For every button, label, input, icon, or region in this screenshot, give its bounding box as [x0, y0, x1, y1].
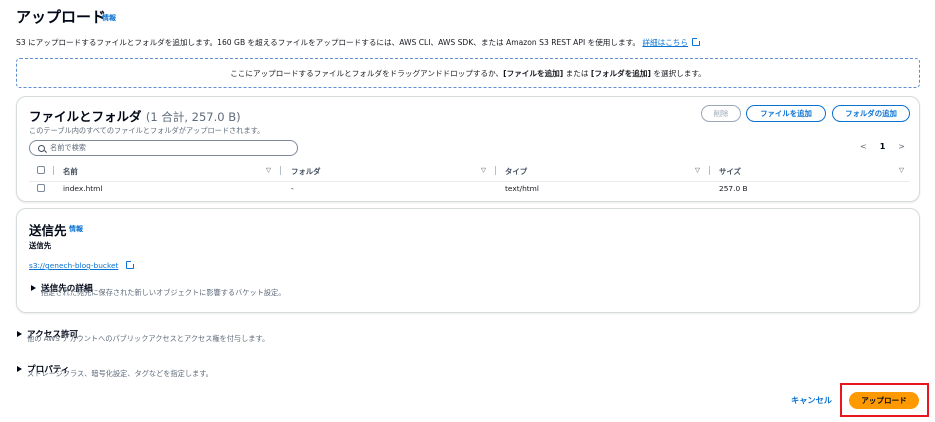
add-folder-button[interactable]: フォルダの追加	[832, 105, 910, 122]
learn-more-link[interactable]: 詳細はこちら	[642, 38, 688, 47]
caret-right-icon	[17, 366, 22, 372]
cancel-button[interactable]: キャンセル	[791, 394, 832, 406]
table-row[interactable]: index.html - text/html 257.0 B	[29, 181, 909, 195]
caret-right-icon	[17, 331, 22, 337]
search-icon	[38, 144, 45, 152]
column-separator	[709, 166, 710, 175]
dropzone-add-files: [ファイルを追加]	[503, 68, 564, 78]
destination-title: 送信先	[29, 223, 67, 238]
dropzone-add-folder: [フォルダを追加]	[590, 68, 651, 78]
cell-folder: -	[291, 184, 294, 193]
drop-zone[interactable]: ここにアップロードするファイルとフォルダをドラッグアンドドロップするか、 [ファ…	[16, 58, 920, 88]
destination-panel: 送信先 情報 送信先 s3://genech-blog-bucket 送信先の詳…	[16, 208, 920, 313]
files-title: ファイルとフォルダ	[29, 109, 142, 124]
column-header-folder[interactable]: フォルダ	[291, 166, 321, 177]
row-checkbox[interactable]	[37, 184, 45, 192]
pagination-prev[interactable]: <	[860, 142, 867, 151]
upload-button[interactable]: アップロード	[849, 392, 919, 409]
cell-name: index.html	[63, 184, 103, 193]
sort-icon[interactable]: ▽	[481, 166, 486, 174]
search-input[interactable]: 名前で検索	[29, 140, 298, 156]
destination-label: 送信先	[29, 241, 52, 250]
search-placeholder: 名前で検索	[50, 143, 86, 152]
cell-type: text/html	[505, 184, 539, 193]
page-description: S3 にアップロードするファイルとフォルダを追加します。160 GB を超えるフ…	[16, 37, 702, 48]
external-link-icon	[125, 260, 135, 269]
caret-right-icon	[31, 285, 36, 291]
destination-info-link[interactable]: 情報	[69, 224, 83, 234]
sort-icon[interactable]: ▽	[695, 166, 700, 174]
column-header-name[interactable]: 名前	[63, 166, 78, 177]
page-title: アップロード	[16, 8, 107, 26]
dropzone-text-suffix: を選択します。	[650, 68, 706, 78]
destination-bucket-link[interactable]: s3://genech-blog-bucket	[29, 261, 118, 270]
select-all-checkbox[interactable]	[37, 166, 45, 174]
cell-size: 257.0 B	[719, 184, 748, 193]
sort-icon[interactable]: ▽	[899, 166, 904, 174]
remove-button[interactable]: 削除	[701, 105, 741, 122]
files-panel-title: ファイルとフォルダ (1 合計, 257.0 B)	[29, 106, 241, 125]
files-count: (1 合計, 257.0 B)	[145, 110, 241, 124]
description-text: S3 にアップロードするファイルとフォルダを追加します。160 GB を超えるフ…	[16, 38, 640, 47]
add-files-button[interactable]: ファイルを追加	[746, 105, 826, 122]
files-panel: ファイルとフォルダ (1 合計, 257.0 B) このテーブル内のすべてのファ…	[16, 96, 920, 202]
properties-desc: ストレージクラス、暗号化設定、タグなどを指定します。	[27, 369, 213, 378]
column-header-type[interactable]: タイプ	[505, 166, 527, 177]
column-separator	[53, 166, 54, 175]
destination-link-row: s3://genech-blog-bucket	[29, 253, 135, 272]
destination-details-desc: 指定された宛先に保存された新しいオブジェクトに影響するバケット設定。	[41, 288, 286, 297]
external-link-icon	[692, 37, 702, 46]
sort-icon[interactable]: ▽	[266, 166, 271, 174]
table-header: 名前 ▽ フォルダ ▽ タイプ ▽ サイズ ▽	[29, 164, 909, 178]
dropzone-text-middle: または	[563, 68, 591, 78]
column-separator	[495, 166, 496, 175]
pagination: < 1 >	[860, 142, 905, 151]
pagination-current-page[interactable]: 1	[880, 142, 886, 151]
permissions-desc: 他の AWS アカウントへのパブリックアクセスとアクセス権を付与します。	[27, 334, 270, 343]
info-link[interactable]: 情報	[102, 13, 116, 23]
column-header-size[interactable]: サイズ	[719, 166, 741, 177]
files-subtitle: このテーブル内のすべてのファイルとフォルダがアップロードされます。	[29, 126, 265, 135]
dropzone-text-prefix: ここにアップロードするファイルとフォルダをドラッグアンドドロップするか、	[230, 68, 504, 78]
column-separator	[280, 166, 281, 175]
pagination-next[interactable]: >	[898, 142, 905, 151]
